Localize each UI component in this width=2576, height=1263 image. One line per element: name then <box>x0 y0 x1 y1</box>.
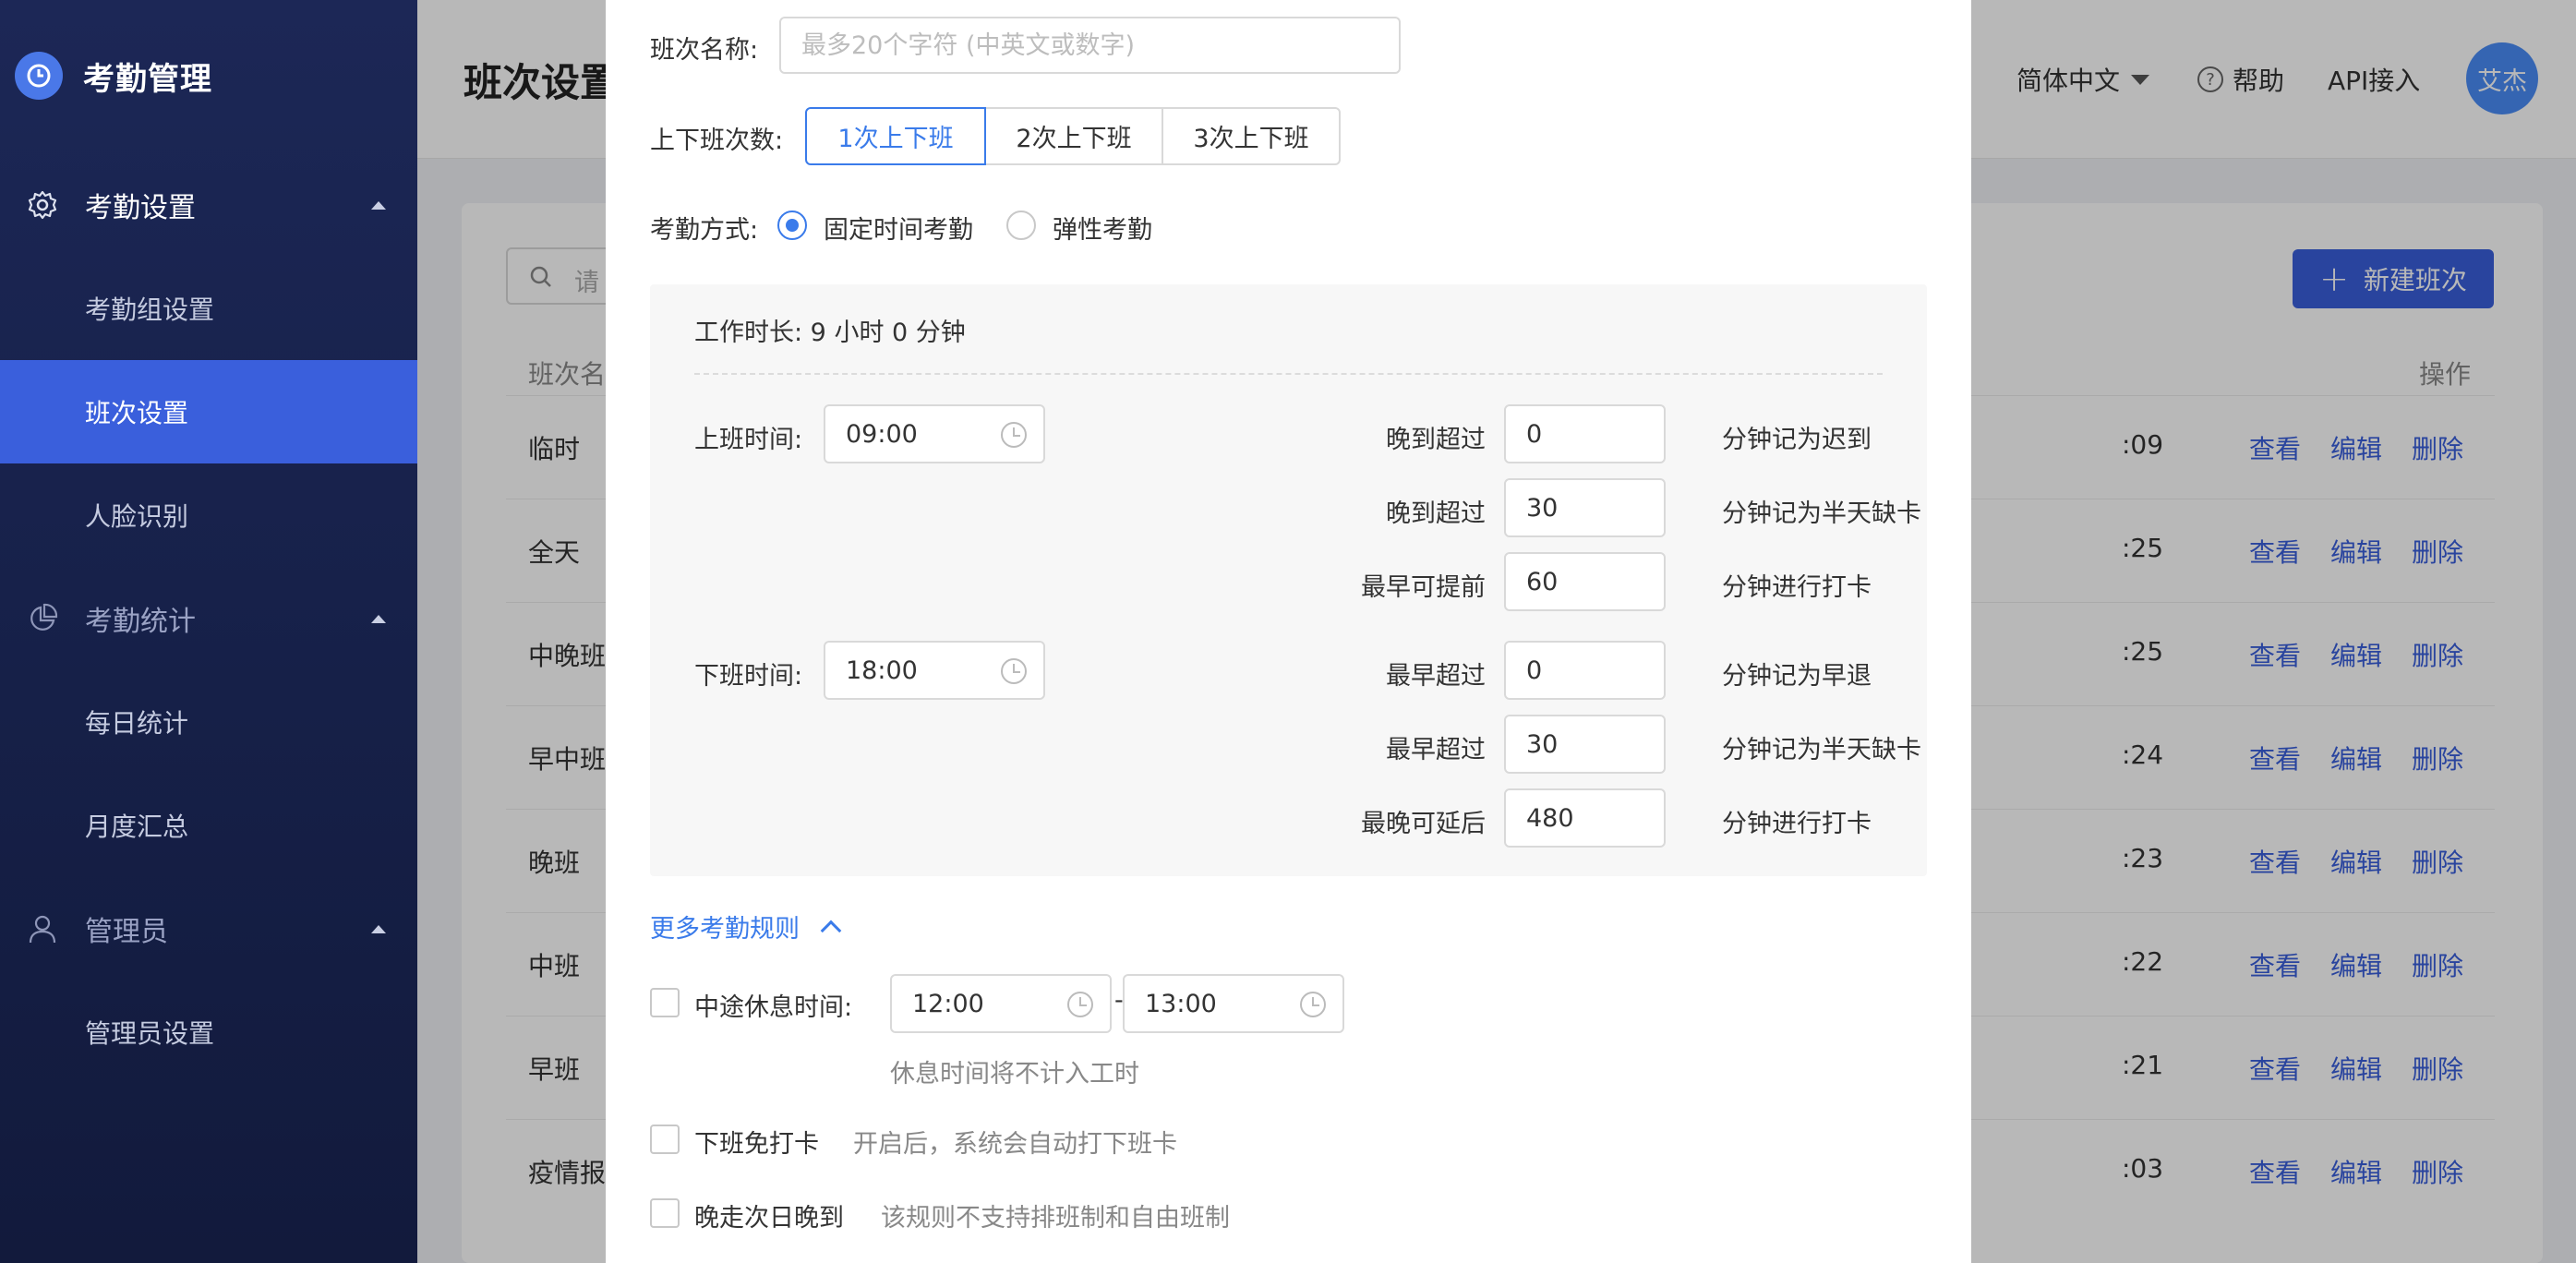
no-clockout-checkbox[interactable] <box>650 1125 680 1154</box>
rule-hint: 分钟记为半天缺卡 <box>1722 736 1921 764</box>
sidebar-group-attendance-settings[interactable]: 考勤设置 <box>0 168 417 242</box>
rule-label: 最早超过 <box>1386 736 1486 764</box>
shift-name-input[interactable] <box>779 17 1401 74</box>
sidebar-group-label: 考勤设置 <box>85 192 196 224</box>
mode-flexible-radio[interactable] <box>1006 210 1036 240</box>
user-icon <box>29 915 56 944</box>
rule-hint: 分钟记为早退 <box>1722 662 1872 691</box>
rule-hint: 分钟记为迟到 <box>1722 426 1872 454</box>
rule-minutes-input[interactable]: 30 <box>1504 478 1666 537</box>
on-time-label: 上班时间: <box>694 426 803 454</box>
rule-label: 最早可提前 <box>1361 573 1486 602</box>
shift-count-label: 上下班次数: <box>650 126 784 155</box>
chevron-up-icon <box>820 920 842 941</box>
break-time-hint: 休息时间将不计入工时 <box>890 1060 1139 1089</box>
sidebar-item-daily-stats[interactable]: 每日统计 <box>0 670 417 774</box>
divider <box>694 373 1883 375</box>
more-rules-toggle[interactable]: 更多考勤规则 <box>650 908 842 944</box>
sidebar-item-attendance-group[interactable]: 考勤组设置 <box>0 257 417 360</box>
off-time-value: 18:00 <box>846 656 918 685</box>
shift-name-label: 班次名称: <box>650 36 759 65</box>
gear-icon <box>28 190 57 220</box>
break-time-checkbox[interactable] <box>650 988 680 1017</box>
more-rules-label: 更多考勤规则 <box>650 915 800 944</box>
rule-minutes-input[interactable]: 0 <box>1504 404 1666 463</box>
count-option-3[interactable]: 3次上下班 <box>1162 107 1341 165</box>
sidebar-item-label: 月度汇总 <box>85 812 189 842</box>
clock-icon <box>1300 992 1326 1017</box>
rule-label: 最晚可延后 <box>1361 810 1486 838</box>
late-next-day-label: 晚走次日晚到 <box>694 1204 844 1233</box>
sidebar-item-admin-settings[interactable]: 管理员设置 <box>0 980 417 1084</box>
rule-minutes-input[interactable]: 30 <box>1504 715 1666 774</box>
rule-hint: 分钟记为半天缺卡 <box>1722 499 1921 528</box>
mode-fixed-radio[interactable] <box>777 210 807 240</box>
late-next-day-checkbox[interactable] <box>650 1198 680 1228</box>
sidebar: 考勤管理 考勤设置 考勤组设置 班次设置 人脸识别 考勤统计 每日统计 月度汇总… <box>0 0 417 1263</box>
rule-minutes-input[interactable]: 60 <box>1504 552 1666 611</box>
count-option-1[interactable]: 1次上下班 <box>805 107 986 165</box>
caret-up-icon <box>371 201 386 210</box>
sidebar-item-shift-settings[interactable]: 班次设置 <box>0 360 417 463</box>
sidebar-item-label: 考勤组设置 <box>85 295 215 325</box>
sidebar-item-face-recognition[interactable]: 人脸识别 <box>0 463 417 567</box>
break-end-picker[interactable]: 13:00 <box>1123 974 1344 1033</box>
break-time-label: 中途休息时间: <box>694 993 853 1022</box>
mode-flexible-label[interactable]: 弹性考勤 <box>1053 210 1152 246</box>
time-rules-panel: 工作时长: 9 小时 0 分钟 上班时间: 09:00 下班时间: 18:00 … <box>650 284 1927 876</box>
clock-icon <box>1001 658 1027 684</box>
sidebar-item-label: 每日统计 <box>85 708 189 739</box>
mode-label: 考勤方式: <box>650 216 759 245</box>
break-end-value: 13:00 <box>1145 989 1217 1018</box>
sidebar-item-label: 人脸识别 <box>85 501 189 532</box>
sidebar-item-label: 班次设置 <box>85 398 189 428</box>
rule-hint: 分钟进行打卡 <box>1722 573 1872 602</box>
on-time-picker[interactable]: 09:00 <box>824 404 1045 463</box>
sidebar-group-label: 考勤统计 <box>85 606 196 638</box>
break-start-picker[interactable]: 12:00 <box>890 974 1112 1033</box>
off-time-label: 下班时间: <box>694 662 803 691</box>
sidebar-group-label: 管理员 <box>85 916 168 948</box>
clock-icon <box>1067 992 1093 1017</box>
off-time-picker[interactable]: 18:00 <box>824 641 1045 700</box>
clock-icon <box>1001 422 1027 448</box>
rule-minutes-input[interactable]: 480 <box>1504 788 1666 848</box>
app-title: 考勤管理 <box>83 60 212 98</box>
count-option-2[interactable]: 2次上下班 <box>984 107 1163 165</box>
pie-chart-icon <box>30 603 58 631</box>
clock-logo-icon <box>15 52 63 100</box>
rule-minutes-input[interactable]: 0 <box>1504 641 1666 700</box>
mode-fixed-label[interactable]: 固定时间考勤 <box>824 210 973 246</box>
work-duration-text: 工作时长: 9 小时 0 分钟 <box>694 319 966 347</box>
sidebar-group-attendance-stats[interactable]: 考勤统计 <box>0 582 417 656</box>
on-time-value: 09:00 <box>846 419 918 449</box>
shift-name-field[interactable] <box>781 18 1399 72</box>
sidebar-item-monthly-summary[interactable]: 月度汇总 <box>0 774 417 877</box>
sidebar-group-admin[interactable]: 管理员 <box>0 892 417 966</box>
no-clockout-label: 下班免打卡 <box>694 1130 819 1159</box>
caret-up-icon <box>371 615 386 623</box>
break-start-value: 12:00 <box>912 989 984 1018</box>
rule-hint: 分钟进行打卡 <box>1722 810 1872 838</box>
no-clockout-hint: 开启后，系统会自动打下班卡 <box>853 1130 1177 1159</box>
late-next-day-hint: 该规则不支持排班制和自由班制 <box>881 1204 1230 1233</box>
rule-label: 最早超过 <box>1386 662 1486 691</box>
rule-label: 晚到超过 <box>1386 499 1486 528</box>
sidebar-item-label: 管理员设置 <box>85 1018 215 1049</box>
rule-label: 晚到超过 <box>1386 426 1486 454</box>
shift-edit-modal: 班次名称: 上下班次数: 1次上下班 2次上下班 3次上下班 考勤方式: 固定时… <box>606 0 1971 1263</box>
caret-up-icon <box>371 925 386 933</box>
app-logo: 考勤管理 <box>15 48 212 103</box>
